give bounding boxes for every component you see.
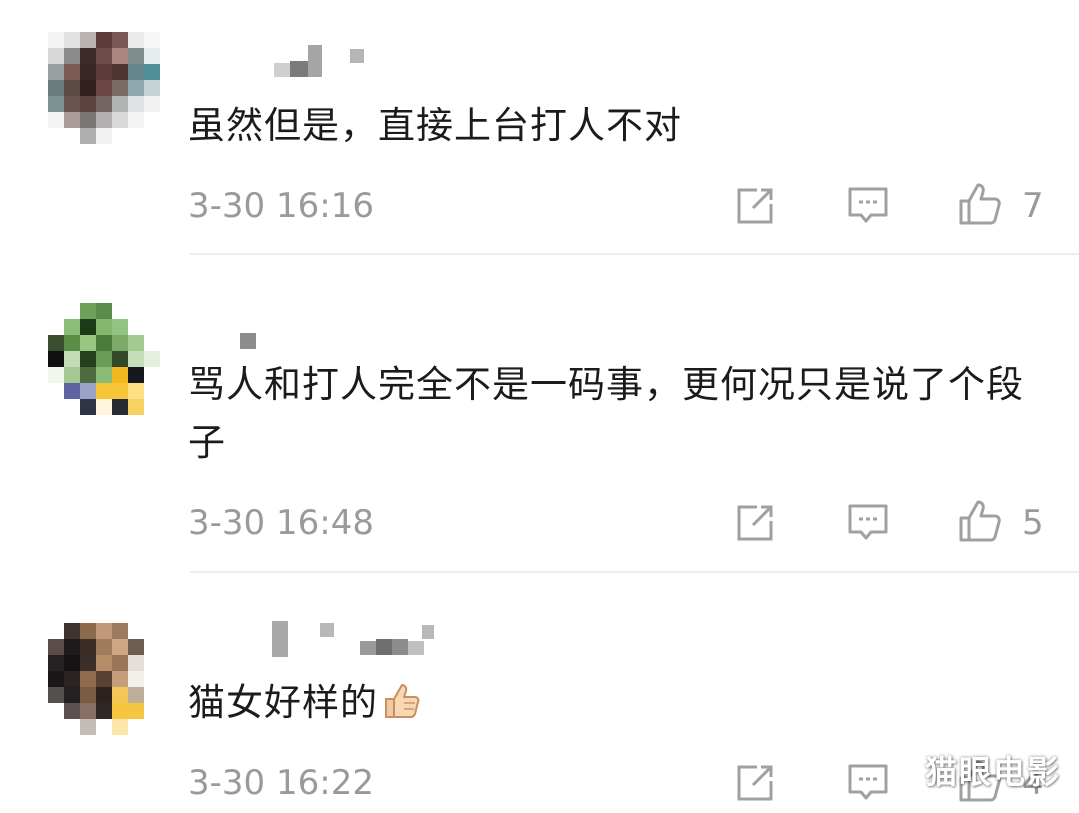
username-blurred[interactable] [190,621,450,657]
comment-time: 3-30 16:48 [188,503,374,543]
comment-item: 虽然但是，直接上台打人不对 3-30 16:16 7 [0,0,1079,255]
avatar[interactable] [48,623,160,735]
like-count: 5 [1022,503,1044,543]
thumbs-up-emoji-icon [382,680,422,738]
reply-button[interactable] [844,499,892,547]
comment-item: 骂人和打人完全不是一码事，更何况只是说了个段子 3-30 16:48 5 [0,255,1079,573]
thumbs-up-icon [959,500,1001,542]
comment-text: 虽然但是，直接上台打人不对 [188,104,682,147]
comment-icon [848,504,888,540]
comment-text-content: 猫女好样的 [188,681,378,724]
username-blurred[interactable] [190,45,390,77]
thumbs-up-icon [959,183,1001,225]
share-button[interactable] [731,182,779,230]
like-button[interactable] [956,497,1004,545]
comment-icon [848,764,888,800]
comment-text: 骂人和打人完全不是一码事，更何况只是说了个段子 [188,363,1024,464]
comment-icon [848,187,888,223]
like-button[interactable] [956,180,1004,228]
share-button[interactable] [731,759,779,807]
comment-time: 3-30 16:22 [188,763,374,803]
comment-item: 猫女好样的 3-30 16:22 4 [0,573,1079,813]
share-icon [737,765,773,801]
share-button[interactable] [731,499,779,547]
avatar[interactable] [48,32,160,144]
reply-button[interactable] [844,182,892,230]
share-icon [737,505,773,541]
comment-time: 3-30 16:16 [188,186,374,226]
watermark: 猫眼电影 [924,753,1061,791]
like-count: 7 [1022,186,1044,226]
share-icon [737,188,773,224]
avatar[interactable] [48,303,160,415]
comment-text: 猫女好样的 [188,674,1048,738]
reply-button[interactable] [844,759,892,807]
